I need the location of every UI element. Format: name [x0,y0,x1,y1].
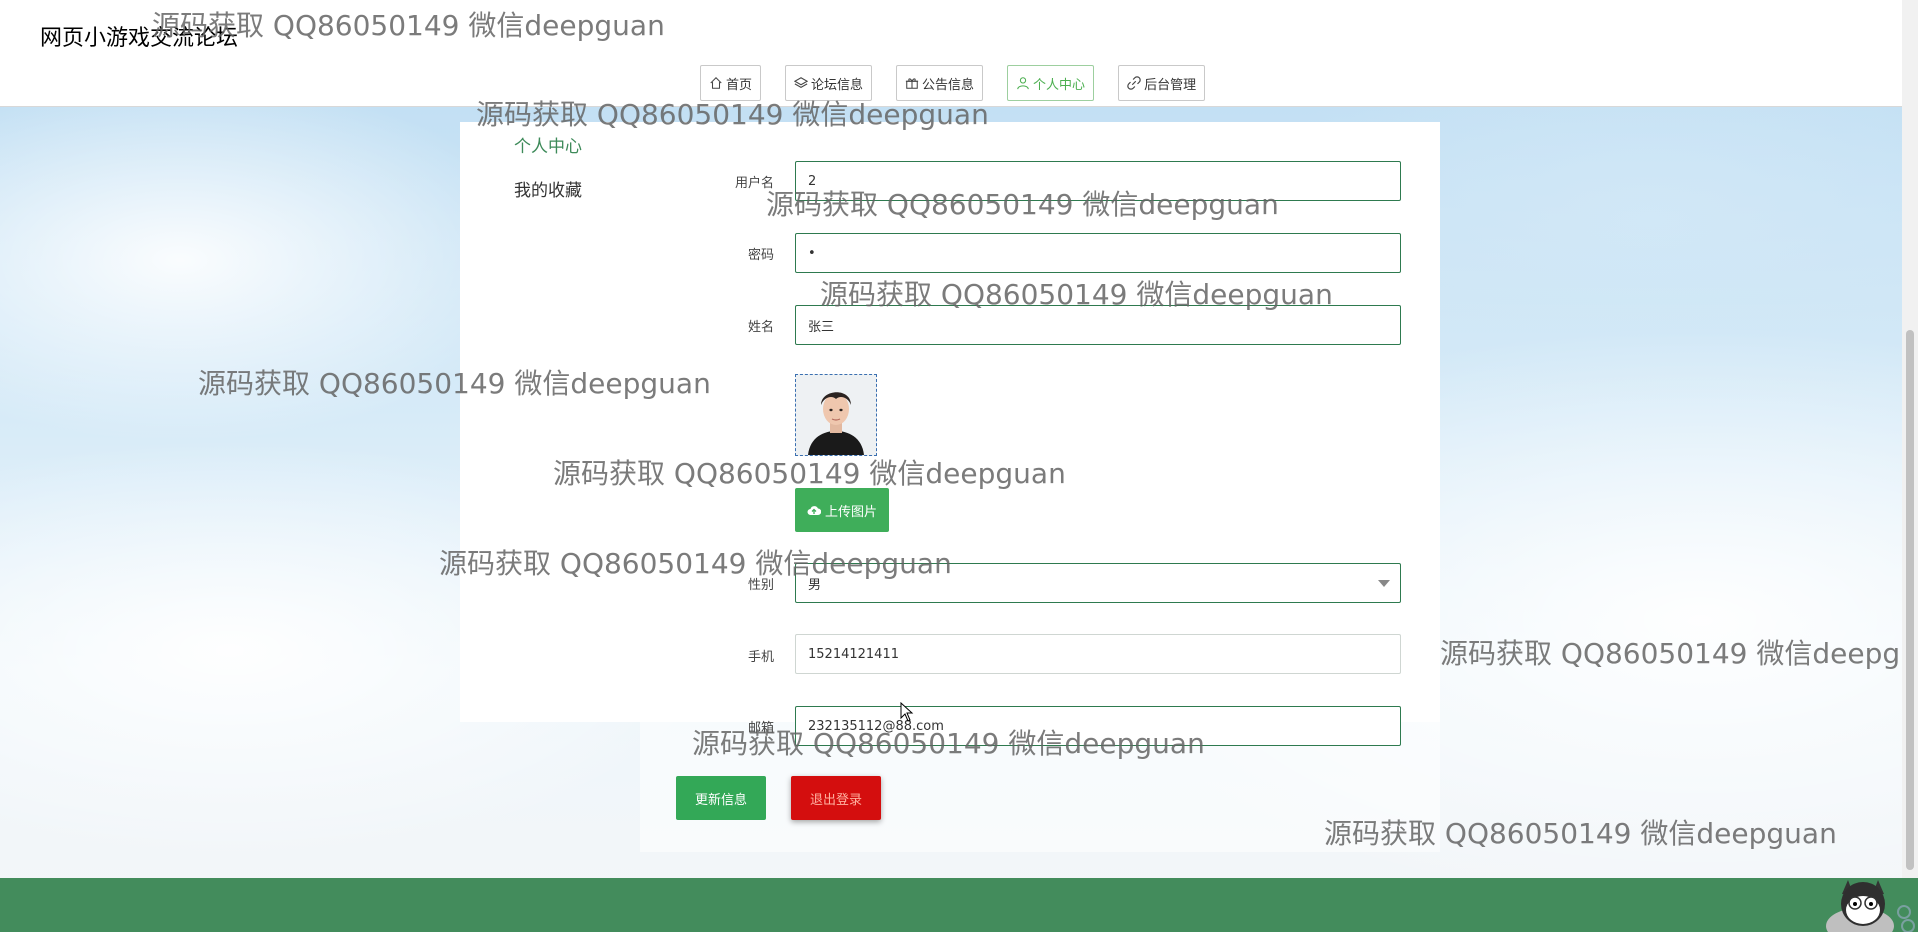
sidebar-item-favorites[interactable]: 我的收藏 [514,176,582,201]
email-field[interactable]: 232135112@88.com [795,706,1401,746]
watermark: 源码获取 QQ86050149 微信deepg [1440,637,1901,670]
top-header: 网页小游戏交流论坛 首页 论坛信息 公告信息 个人中心 后台管理 [0,0,1918,107]
gender-value: 男 [808,577,822,593]
nav-admin-label: 后台管理 [1144,77,1197,93]
user-icon [1017,77,1029,90]
nav-profile-label: 个人中心 [1033,77,1086,93]
avatar-photo-icon [796,375,876,455]
home-icon [710,77,722,89]
gift-icon [905,78,919,89]
update-info-button[interactable]: 更新信息 [676,776,766,820]
mouse-cursor-icon [900,702,914,722]
phone-label: 手机 [747,650,774,665]
sidebar-item-profile[interactable]: 个人中心 [514,132,582,157]
gender-select[interactable]: 男 [795,563,1401,603]
cat-mascot-icon [1826,880,1915,932]
nav-admin[interactable]: 后台管理 [1118,65,1206,101]
username-field[interactable]: 2 [795,161,1401,201]
profile-panel [460,122,1440,722]
upload-image-label: 上传图片 [824,503,877,519]
phone-field[interactable]: 15214121411 [795,634,1401,674]
nav-home-label: 首页 [726,77,753,93]
nav-forum[interactable]: 论坛信息 [785,65,873,101]
nav-notice[interactable]: 公告信息 [896,65,984,101]
site-title: 网页小游戏交流论坛 [40,26,239,51]
link-icon [1127,76,1141,90]
gender-label: 性别 [747,578,774,593]
avatar-image [795,374,877,456]
password-label: 密码 [747,248,774,263]
username-label: 用户名 [734,176,774,191]
nav-forum-label: 论坛信息 [811,77,864,93]
cloud-upload-icon [807,506,821,515]
page-scrollbar[interactable] [1902,0,1918,878]
nav-home[interactable]: 首页 [700,65,762,101]
scrollbar-thumb[interactable] [1906,330,1914,870]
logout-button[interactable]: 退出登录 [791,776,881,820]
email-label: 邮箱 [747,721,774,736]
chevron-down-icon [1378,580,1390,587]
layers-icon [794,77,809,88]
password-field[interactable]: • [795,233,1401,273]
main-nav: 首页 论坛信息 公告信息 个人中心 后台管理 [700,65,1206,101]
name-label: 姓名 [747,320,774,335]
nav-notice-label: 公告信息 [922,77,975,93]
footer-bar [0,878,1918,932]
upload-image-button[interactable]: 上传图片 [795,488,889,532]
name-field[interactable]: 张三 [795,305,1401,345]
nav-profile[interactable]: 个人中心 [1007,65,1095,101]
